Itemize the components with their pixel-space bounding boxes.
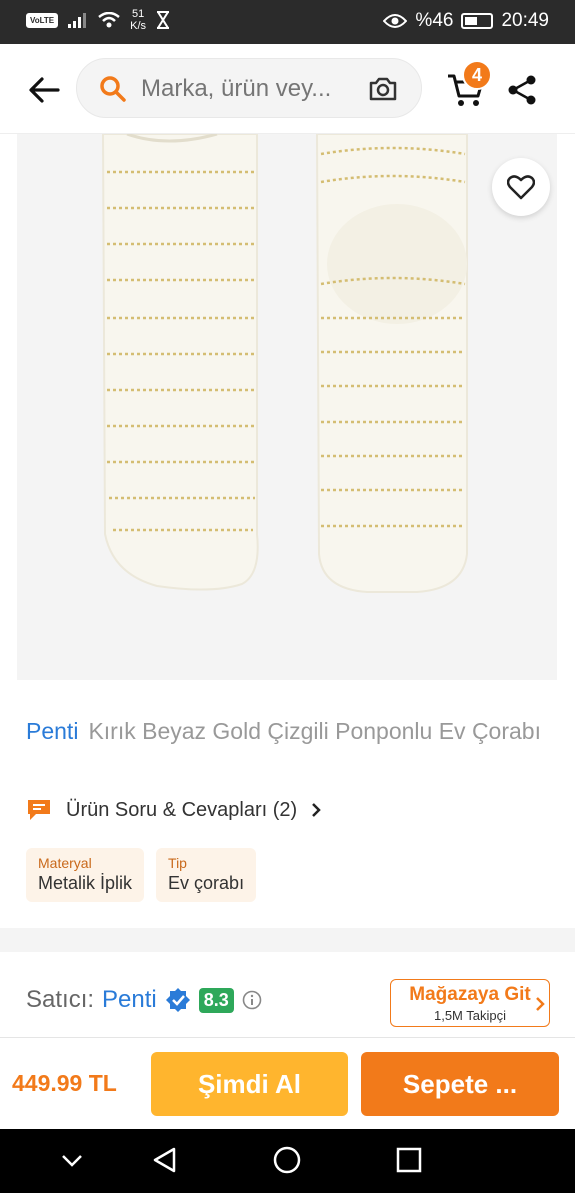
section-divider	[0, 928, 575, 952]
back-arrow-icon[interactable]	[26, 72, 62, 108]
attribute-chip: Materyal Metalik İplik	[26, 848, 145, 902]
battery-icon	[461, 13, 494, 29]
product-name: Kırık Beyaz Gold Çizgili Ponponlu Ev Çor…	[88, 718, 541, 744]
clock: 20:49	[501, 10, 549, 31]
cart-count-badge: 4	[462, 60, 492, 90]
attribute-list: Materyal Metalik İplik Tip Ev çorabı	[26, 848, 257, 902]
chat-bubble-icon	[28, 800, 50, 820]
search-box[interactable]	[76, 58, 422, 118]
search-input[interactable]	[141, 73, 351, 105]
go-to-store-button[interactable]: Mağazaya Git 1,5M Takipçi	[390, 979, 550, 1027]
attribute-label: Materyal	[38, 855, 92, 871]
battery-percent: %46	[415, 10, 454, 31]
back-triangle-icon[interactable]	[150, 1145, 180, 1175]
search-icon	[100, 76, 126, 102]
favorite-button[interactable]	[492, 158, 550, 216]
product-image[interactable]	[17, 134, 557, 680]
speed-unit: K/s	[130, 20, 147, 32]
recents-square-icon[interactable]	[394, 1145, 424, 1175]
attribute-value: Metalik İplik	[38, 873, 133, 893]
chevron-down-icon[interactable]	[57, 1145, 87, 1175]
seller-name[interactable]: Penti	[102, 986, 157, 1014]
volte-indicator: VoLTE	[26, 12, 59, 28]
verified-badge-icon	[165, 988, 190, 1012]
store-followers: 1,5M Takipçi	[433, 1008, 506, 1023]
info-icon[interactable]	[242, 990, 262, 1010]
add-to-cart-button[interactable]: Sepete ...	[361, 1052, 559, 1116]
chevron-right-icon	[312, 803, 321, 817]
bottom-action-bar: 449.99 TL Şimdi Al Sepete ...	[0, 1037, 575, 1129]
seller-label: Satıcı:	[26, 986, 95, 1013]
product-title: Penti Kırık Beyaz Gold Çizgili Ponponlu E…	[26, 716, 546, 747]
brand-link[interactable]: Penti	[26, 718, 78, 744]
attribute-value: Ev çorabı	[168, 873, 245, 893]
seller-score: 8.3	[198, 987, 234, 1013]
signal-icon	[68, 13, 87, 28]
camera-icon[interactable]	[367, 73, 399, 105]
top-bar: 4	[0, 44, 575, 134]
socks-illustration	[101, 134, 468, 593]
wifi-icon	[98, 12, 120, 28]
network-speed: 51 K/s	[130, 8, 146, 32]
speed-value: 51	[131, 8, 145, 20]
share-icon[interactable]	[504, 72, 540, 108]
seller-row: Satıcı: Penti 8.3	[26, 986, 262, 1014]
system-nav-bar	[0, 1129, 575, 1193]
buy-now-button[interactable]: Şimdi Al	[151, 1052, 348, 1116]
store-button-label: Mağazaya Git	[409, 984, 531, 1005]
home-circle-icon[interactable]	[272, 1145, 302, 1175]
attribute-label: Tip	[168, 855, 187, 871]
attribute-chip: Tip Ev çorabı	[156, 848, 257, 902]
status-bar: VoLTE 51 K/s %46 20:49	[0, 0, 575, 44]
eye-icon	[383, 14, 408, 28]
qa-link[interactable]: Ürün Soru & Cevapları (2)	[26, 798, 321, 822]
price: 449.99 TL	[12, 1070, 117, 1096]
heart-icon	[507, 175, 535, 200]
chevron-right-icon	[536, 997, 545, 1011]
qa-label: Ürün Soru & Cevapları (2)	[66, 798, 298, 821]
hourglass-icon	[157, 11, 170, 29]
